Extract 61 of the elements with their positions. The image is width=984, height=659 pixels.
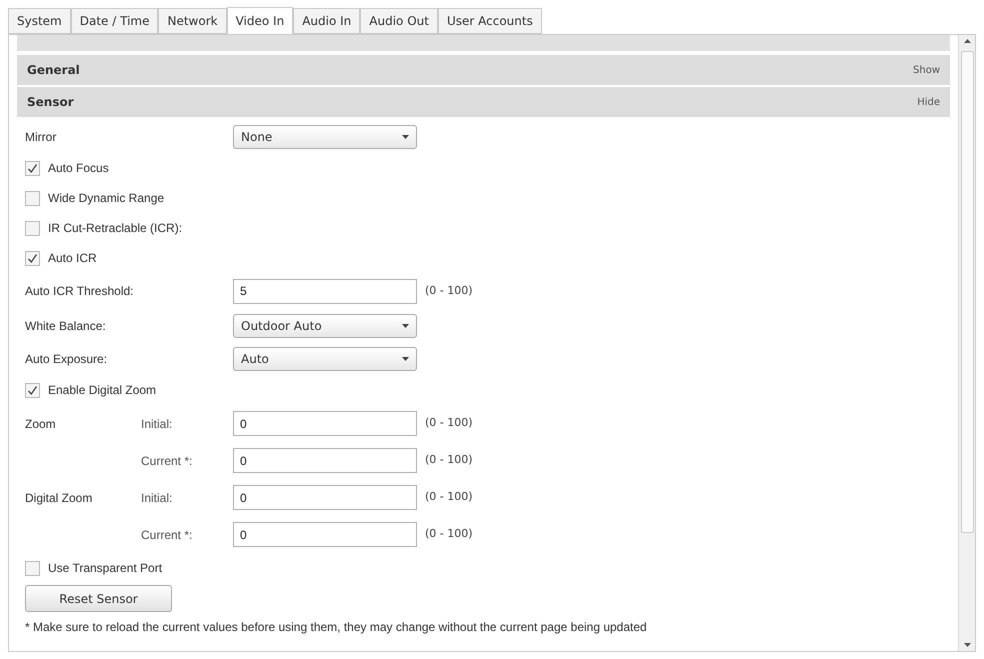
tab[interactable]: Audio Out bbox=[360, 8, 438, 34]
dropdown[interactable]: Auto bbox=[233, 346, 417, 370]
field-label: Initial: bbox=[141, 490, 174, 506]
checkbox[interactable] bbox=[25, 160, 40, 176]
range-hint: (0 - 100) bbox=[425, 282, 473, 299]
field-label: Initial: bbox=[141, 416, 174, 432]
tab[interactable]: Video In bbox=[226, 7, 294, 34]
tab[interactable]: Date / Time bbox=[70, 8, 158, 34]
field-label: Digital Zoom bbox=[25, 490, 92, 504]
checkbox-label: Auto ICR bbox=[48, 250, 97, 267]
scrollbar[interactable] bbox=[958, 35, 975, 651]
tab[interactable]: User Accounts bbox=[438, 8, 542, 34]
scroll-up-icon[interactable] bbox=[964, 39, 970, 43]
checkbox[interactable] bbox=[25, 250, 40, 266]
footnote: * Make sure to reload the current values before using them, they may change without the current page being updated bbox=[25, 619, 648, 636]
section-header[interactable]: Sensor Hide bbox=[17, 87, 950, 117]
tab[interactable]: System bbox=[8, 8, 71, 34]
range-hint: (0 - 100) bbox=[425, 489, 473, 506]
checkbox-label: Auto Focus bbox=[48, 160, 109, 177]
dropdown[interactable]: Outdoor Auto bbox=[233, 314, 417, 338]
checkmark-icon bbox=[27, 252, 38, 264]
checkmark-icon bbox=[27, 162, 38, 174]
field-label: Auto ICR Threshold: bbox=[25, 283, 134, 300]
section-header[interactable] bbox=[17, 35, 950, 51]
field-label: Mirror bbox=[25, 128, 58, 146]
field-label: Auto Exposure: bbox=[25, 350, 108, 368]
checkbox[interactable] bbox=[25, 190, 40, 206]
checkbox-label: Enable Digital Zoom bbox=[48, 382, 156, 399]
scroll-down-icon[interactable] bbox=[964, 643, 970, 647]
tab[interactable]: Audio In bbox=[293, 8, 360, 34]
input-field[interactable]: 0 bbox=[233, 411, 417, 436]
checkbox-label: IR Cut-Retraclable (ICR): bbox=[48, 220, 182, 237]
scrollbar-thumb[interactable] bbox=[960, 51, 974, 533]
caret-icon bbox=[402, 134, 409, 138]
section-toggle[interactable]: Show bbox=[913, 62, 940, 78]
input-field[interactable]: 0 bbox=[233, 485, 417, 510]
input-field[interactable]: 0 bbox=[233, 522, 417, 547]
field-label: Current *: bbox=[141, 452, 194, 470]
input-field[interactable]: 0 bbox=[233, 448, 417, 473]
checkmark-icon bbox=[27, 384, 38, 396]
section-header[interactable]: General Show bbox=[17, 55, 950, 85]
field-label: White Balance: bbox=[25, 318, 107, 334]
range-hint: (0 - 100) bbox=[425, 415, 473, 432]
checkbox[interactable] bbox=[25, 560, 40, 576]
checkbox[interactable] bbox=[25, 382, 40, 398]
section-title: General bbox=[27, 62, 80, 79]
caret-icon bbox=[402, 356, 409, 360]
dropdown[interactable]: None bbox=[233, 124, 417, 148]
checkbox-label: Wide Dynamic Range bbox=[48, 190, 164, 207]
section-title: Sensor bbox=[27, 94, 74, 111]
field-label: Zoom bbox=[25, 416, 56, 430]
section-toggle[interactable]: Hide bbox=[917, 94, 940, 110]
field-label: Current *: bbox=[141, 526, 194, 544]
tab[interactable]: Network bbox=[158, 8, 227, 34]
reset-button[interactable]: Reset Sensor bbox=[25, 585, 172, 612]
input-field[interactable]: 5 bbox=[233, 278, 417, 304]
range-hint: (0 - 100) bbox=[425, 452, 473, 468]
caret-icon bbox=[402, 324, 409, 328]
range-hint: (0 - 100) bbox=[425, 526, 473, 542]
checkbox-label: Use Transparent Port bbox=[48, 560, 162, 577]
checkbox[interactable] bbox=[25, 220, 40, 236]
